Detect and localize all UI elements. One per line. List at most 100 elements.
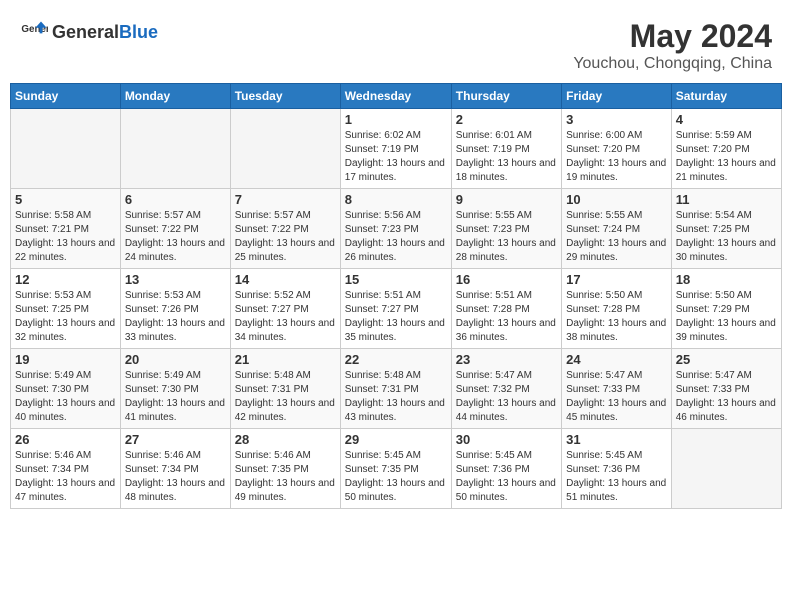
daylight-text: Daylight: 13 hours and 47 minutes. bbox=[15, 477, 116, 505]
calendar-cell bbox=[230, 109, 340, 189]
sunset-text: Sunset: 7:34 PM bbox=[125, 463, 226, 477]
sunset-text: Sunset: 7:28 PM bbox=[456, 303, 557, 317]
sunset-text: Sunset: 7:35 PM bbox=[235, 463, 336, 477]
daylight-text: Daylight: 13 hours and 33 minutes. bbox=[125, 317, 226, 345]
week-row-5: 26Sunrise: 5:46 AMSunset: 7:34 PMDayligh… bbox=[11, 429, 782, 509]
day-number: 16 bbox=[456, 272, 557, 287]
sunset-text: Sunset: 7:25 PM bbox=[676, 223, 777, 237]
sunrise-text: Sunrise: 6:02 AM bbox=[345, 129, 447, 143]
calendar-cell: 4Sunrise: 5:59 AMSunset: 7:20 PMDaylight… bbox=[671, 109, 781, 189]
sunrise-text: Sunrise: 5:56 AM bbox=[345, 209, 447, 223]
day-info: Sunrise: 5:57 AMSunset: 7:22 PMDaylight:… bbox=[125, 209, 226, 265]
daylight-text: Daylight: 13 hours and 51 minutes. bbox=[566, 477, 667, 505]
day-info: Sunrise: 5:53 AMSunset: 7:25 PMDaylight:… bbox=[15, 289, 116, 345]
daylight-text: Daylight: 13 hours and 36 minutes. bbox=[456, 317, 557, 345]
sunset-text: Sunset: 7:22 PM bbox=[235, 223, 336, 237]
calendar-cell: 31Sunrise: 5:45 AMSunset: 7:36 PMDayligh… bbox=[562, 429, 672, 509]
sunset-text: Sunset: 7:35 PM bbox=[345, 463, 447, 477]
day-info: Sunrise: 5:46 AMSunset: 7:34 PMDaylight:… bbox=[15, 449, 116, 505]
sunrise-text: Sunrise: 5:46 AM bbox=[15, 449, 116, 463]
day-number: 20 bbox=[125, 352, 226, 367]
week-row-4: 19Sunrise: 5:49 AMSunset: 7:30 PMDayligh… bbox=[11, 349, 782, 429]
calendar-cell: 23Sunrise: 5:47 AMSunset: 7:32 PMDayligh… bbox=[451, 349, 561, 429]
logo-icon: Genera bbox=[20, 18, 48, 46]
calendar-cell: 13Sunrise: 5:53 AMSunset: 7:26 PMDayligh… bbox=[120, 269, 230, 349]
daylight-text: Daylight: 13 hours and 21 minutes. bbox=[676, 157, 777, 185]
header-friday: Friday bbox=[562, 84, 672, 109]
calendar-cell: 27Sunrise: 5:46 AMSunset: 7:34 PMDayligh… bbox=[120, 429, 230, 509]
sunset-text: Sunset: 7:34 PM bbox=[15, 463, 116, 477]
daylight-text: Daylight: 13 hours and 40 minutes. bbox=[15, 397, 116, 425]
sunrise-text: Sunrise: 5:50 AM bbox=[566, 289, 667, 303]
day-info: Sunrise: 5:51 AMSunset: 7:28 PMDaylight:… bbox=[456, 289, 557, 345]
sunrise-text: Sunrise: 5:45 AM bbox=[456, 449, 557, 463]
day-number: 25 bbox=[676, 352, 777, 367]
day-info: Sunrise: 5:57 AMSunset: 7:22 PMDaylight:… bbox=[235, 209, 336, 265]
sunset-text: Sunset: 7:23 PM bbox=[345, 223, 447, 237]
calendar-cell: 2 Sunrise: 6:01 AMSunset: 7:19 PMDaylight… bbox=[451, 109, 561, 189]
day-number: 28 bbox=[235, 432, 336, 447]
sunrise-text: Sunrise: 5:47 AM bbox=[566, 369, 667, 383]
sunset-text: Sunset: 7:20 PM bbox=[566, 143, 667, 157]
day-info: Sunrise: 5:45 AMSunset: 7:35 PMDaylight:… bbox=[345, 449, 447, 505]
header-saturday: Saturday bbox=[671, 84, 781, 109]
daylight-text: Daylight: 13 hours and 50 minutes. bbox=[345, 477, 447, 505]
day-info: Sunrise: 5:55 AMSunset: 7:23 PMDaylight:… bbox=[456, 209, 557, 265]
sunset-text: Sunset: 7:27 PM bbox=[345, 303, 447, 317]
calendar-cell: 19Sunrise: 5:49 AMSunset: 7:30 PMDayligh… bbox=[11, 349, 121, 429]
sunrise-text: Sunrise: 5:46 AM bbox=[125, 449, 226, 463]
day-number: 2 bbox=[456, 112, 557, 127]
sunset-text: Sunset: 7:24 PM bbox=[566, 223, 667, 237]
calendar-cell: 8 Sunrise: 5:56 AMSunset: 7:23 PMDaylight… bbox=[340, 189, 451, 269]
sunrise-text: Sunrise: 5:47 AM bbox=[456, 369, 557, 383]
daylight-text: Daylight: 13 hours and 50 minutes. bbox=[456, 477, 557, 505]
daylight-text: Daylight: 13 hours and 29 minutes. bbox=[566, 237, 667, 265]
sunrise-text: Sunrise: 5:53 AM bbox=[125, 289, 226, 303]
header-monday: Monday bbox=[120, 84, 230, 109]
calendar-cell: 30Sunrise: 5:45 AMSunset: 7:36 PMDayligh… bbox=[451, 429, 561, 509]
calendar-cell: 7Sunrise: 5:57 AMSunset: 7:22 PMDaylight… bbox=[230, 189, 340, 269]
day-info: Sunrise: 5:56 AMSunset: 7:23 PMDaylight:… bbox=[345, 209, 447, 265]
day-info: Sunrise: 6:00 AMSunset: 7:20 PMDaylight:… bbox=[566, 129, 667, 185]
sunset-text: Sunset: 7:22 PM bbox=[125, 223, 226, 237]
daylight-text: Daylight: 13 hours and 44 minutes. bbox=[456, 397, 557, 425]
sunrise-text: Sunrise: 5:52 AM bbox=[235, 289, 336, 303]
sunrise-text: Sunrise: 5:55 AM bbox=[456, 209, 557, 223]
calendar-cell: 17Sunrise: 5:50 AMSunset: 7:28 PMDayligh… bbox=[562, 269, 672, 349]
day-number: 8 bbox=[345, 192, 447, 207]
sunset-text: Sunset: 7:33 PM bbox=[676, 383, 777, 397]
daylight-text: Daylight: 13 hours and 26 minutes. bbox=[345, 237, 447, 265]
daylight-text: Daylight: 13 hours and 25 minutes. bbox=[235, 237, 336, 265]
day-number: 26 bbox=[15, 432, 116, 447]
sunrise-text: Sunrise: 5:51 AM bbox=[345, 289, 447, 303]
sunset-text: Sunset: 7:30 PM bbox=[15, 383, 116, 397]
day-number: 11 bbox=[676, 192, 777, 207]
daylight-text: Daylight: 13 hours and 45 minutes. bbox=[566, 397, 667, 425]
daylight-text: Daylight: 13 hours and 18 minutes. bbox=[456, 157, 557, 185]
calendar-cell bbox=[120, 109, 230, 189]
header-sunday: Sunday bbox=[11, 84, 121, 109]
day-number: 22 bbox=[345, 352, 447, 367]
sunrise-text: Sunrise: 5:49 AM bbox=[125, 369, 226, 383]
day-info: Sunrise: 5:58 AMSunset: 7:21 PMDaylight:… bbox=[15, 209, 116, 265]
day-number: 23 bbox=[456, 352, 557, 367]
sunrise-text: Sunrise: 6:01 AM bbox=[456, 129, 557, 143]
sunset-text: Sunset: 7:31 PM bbox=[345, 383, 447, 397]
daylight-text: Daylight: 13 hours and 24 minutes. bbox=[125, 237, 226, 265]
day-info: Sunrise: 5:50 AMSunset: 7:29 PMDaylight:… bbox=[676, 289, 777, 345]
sunset-text: Sunset: 7:20 PM bbox=[676, 143, 777, 157]
daylight-text: Daylight: 13 hours and 30 minutes. bbox=[676, 237, 777, 265]
sunset-text: Sunset: 7:19 PM bbox=[456, 143, 557, 157]
day-info: Sunrise: 5:45 AMSunset: 7:36 PMDaylight:… bbox=[566, 449, 667, 505]
day-number: 13 bbox=[125, 272, 226, 287]
sunrise-text: Sunrise: 5:59 AM bbox=[676, 129, 777, 143]
day-info: Sunrise: 5:48 AMSunset: 7:31 PMDaylight:… bbox=[345, 369, 447, 425]
sunrise-text: Sunrise: 5:53 AM bbox=[15, 289, 116, 303]
daylight-text: Daylight: 13 hours and 43 minutes. bbox=[345, 397, 447, 425]
sunrise-text: Sunrise: 5:54 AM bbox=[676, 209, 777, 223]
sunset-text: Sunset: 7:29 PM bbox=[676, 303, 777, 317]
daylight-text: Daylight: 13 hours and 42 minutes. bbox=[235, 397, 336, 425]
day-number: 24 bbox=[566, 352, 667, 367]
title-block: May 2024 Youchou, Chongqing, China bbox=[573, 18, 772, 73]
day-number: 29 bbox=[345, 432, 447, 447]
